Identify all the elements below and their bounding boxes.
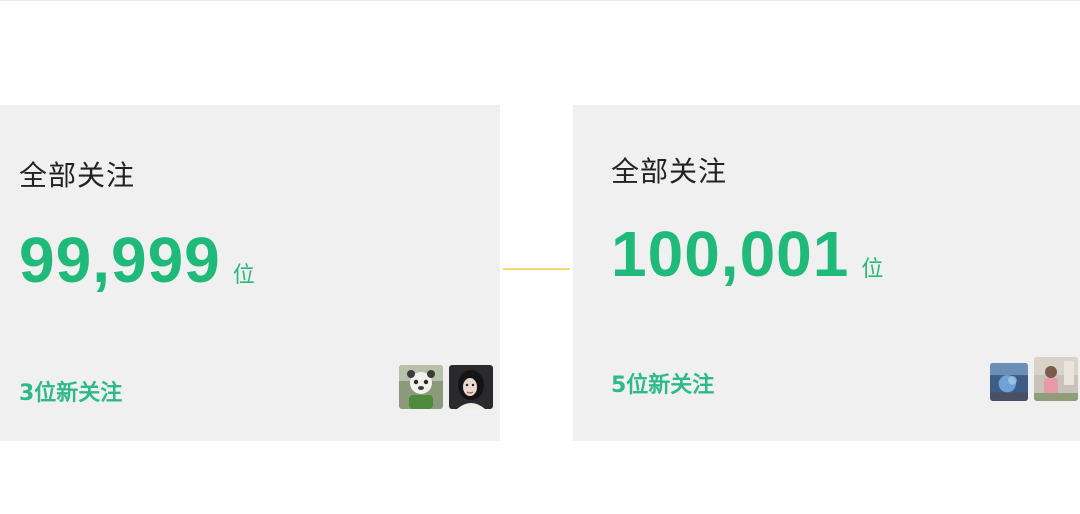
follow-count-row: 99,999 位 xyxy=(19,223,255,297)
avatar-icon[interactable] xyxy=(399,365,443,409)
follow-count-row: 100,001 位 xyxy=(611,217,883,291)
follow-summary-card-after[interactable]: 全部关注 100,001 位 5位新关注 xyxy=(573,105,1080,441)
comparison-stage: 全部关注 99,999 位 3位新关注 全部关注 100,001 位 5位新关注 xyxy=(0,0,1080,514)
follow-count-unit: 位 xyxy=(232,263,255,288)
avatar-icon[interactable] xyxy=(449,365,493,409)
follow-count: 100,001 xyxy=(611,218,850,290)
card-title: 全部关注 xyxy=(19,159,136,192)
follow-count-unit: 位 xyxy=(861,257,884,282)
new-follower-avatars[interactable] xyxy=(990,357,1078,401)
follow-summary-card-before[interactable]: 全部关注 99,999 位 3位新关注 xyxy=(0,105,500,441)
card-title: 全部关注 xyxy=(611,155,728,188)
transition-connector-line xyxy=(503,268,570,270)
new-follow-link[interactable]: 5位新关注 xyxy=(611,367,714,399)
avatar-icon[interactable] xyxy=(990,363,1028,401)
new-follow-link[interactable]: 3位新关注 xyxy=(19,375,122,407)
new-follower-avatars[interactable] xyxy=(399,365,493,409)
avatar-icon[interactable] xyxy=(1034,357,1078,401)
follow-count: 99,999 xyxy=(19,224,221,296)
